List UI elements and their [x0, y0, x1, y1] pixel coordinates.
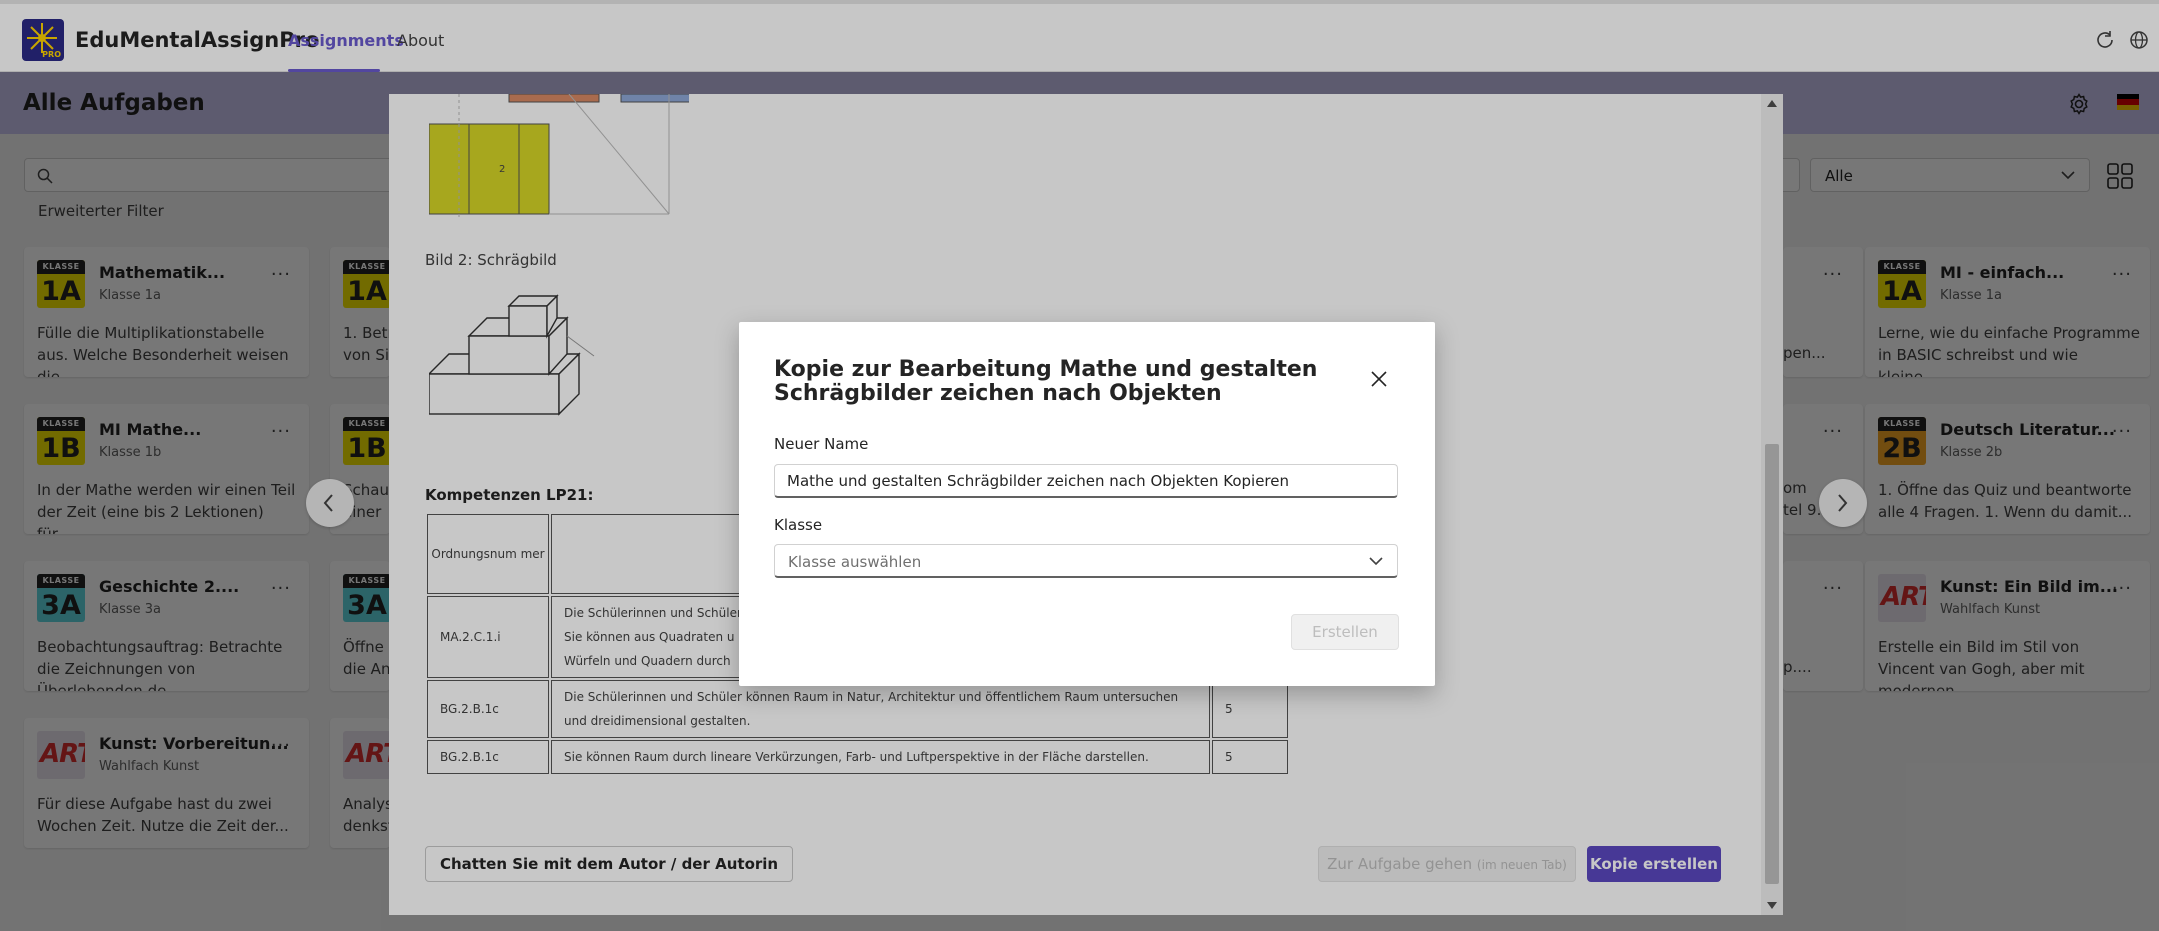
- chevron-down-icon: [1369, 557, 1383, 566]
- class-select-placeholder: Klasse auswählen: [788, 553, 922, 571]
- new-name-input[interactable]: [774, 464, 1398, 498]
- class-label: Klasse: [774, 516, 823, 534]
- new-name-label: Neuer Name: [774, 435, 869, 453]
- create-button[interactable]: Erstellen: [1291, 614, 1399, 650]
- class-select[interactable]: Klasse auswählen: [774, 544, 1398, 578]
- copy-dialog: Kopie zur Bearbeitung Mathe und gestalte…: [739, 322, 1435, 686]
- dialog-title: Kopie zur Bearbeitung Mathe und gestalte…: [774, 357, 1318, 406]
- close-icon[interactable]: [1370, 370, 1388, 388]
